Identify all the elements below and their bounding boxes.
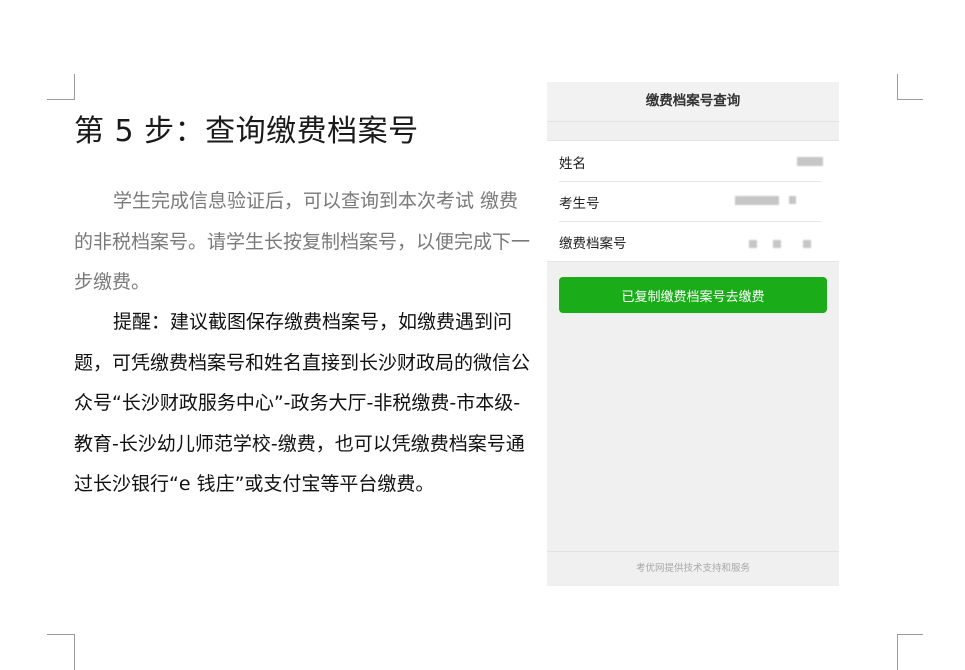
archive-number-value-redacted-3 [803, 240, 811, 248]
copy-archive-number-button[interactable]: 已复制缴费档案号去缴费 [559, 277, 827, 313]
phone-header-title: 缴费档案号查询 [547, 82, 839, 122]
name-label: 姓名 [559, 156, 586, 172]
archive-number-value-redacted [749, 240, 757, 248]
crop-mark-top-left [47, 74, 75, 100]
crop-mark-bottom-left [47, 634, 75, 670]
reminder-paragraph: 提醒：建议截图保存缴费档案号，如缴费遇到问题，可凭缴费档案号和姓名直接到长沙财政… [74, 311, 531, 495]
student-number-value-redacted-tail [789, 196, 796, 204]
name-row: 姓名 [547, 141, 839, 181]
phone-footer-text: 考优网提供技术支持和服务 [547, 551, 839, 586]
student-number-label: 考生号 [559, 196, 600, 212]
student-number-row: 考生号 [547, 181, 839, 221]
name-value-redacted [797, 157, 823, 166]
phone-screenshot: 缴费档案号查询 姓名 考生号 缴费档案号 已复制缴费档案号去缴费 考优网提供技术… [547, 82, 839, 586]
instruction-paragraph: 学生完成信息验证后，可以查询到本次考试 缴费的非税档案号。请学生长按复制档案号，… [74, 190, 531, 293]
document-title: 第 5 步：查询缴费档案号 [74, 114, 419, 149]
query-result-card: 姓名 考生号 缴费档案号 [547, 140, 839, 262]
archive-number-row: 缴费档案号 [547, 221, 839, 261]
student-number-value-redacted [735, 196, 779, 205]
crop-mark-bottom-right [897, 634, 923, 670]
archive-number-value-redacted-2 [773, 240, 781, 248]
archive-number-label: 缴费档案号 [559, 236, 627, 252]
crop-mark-top-right [897, 74, 923, 100]
